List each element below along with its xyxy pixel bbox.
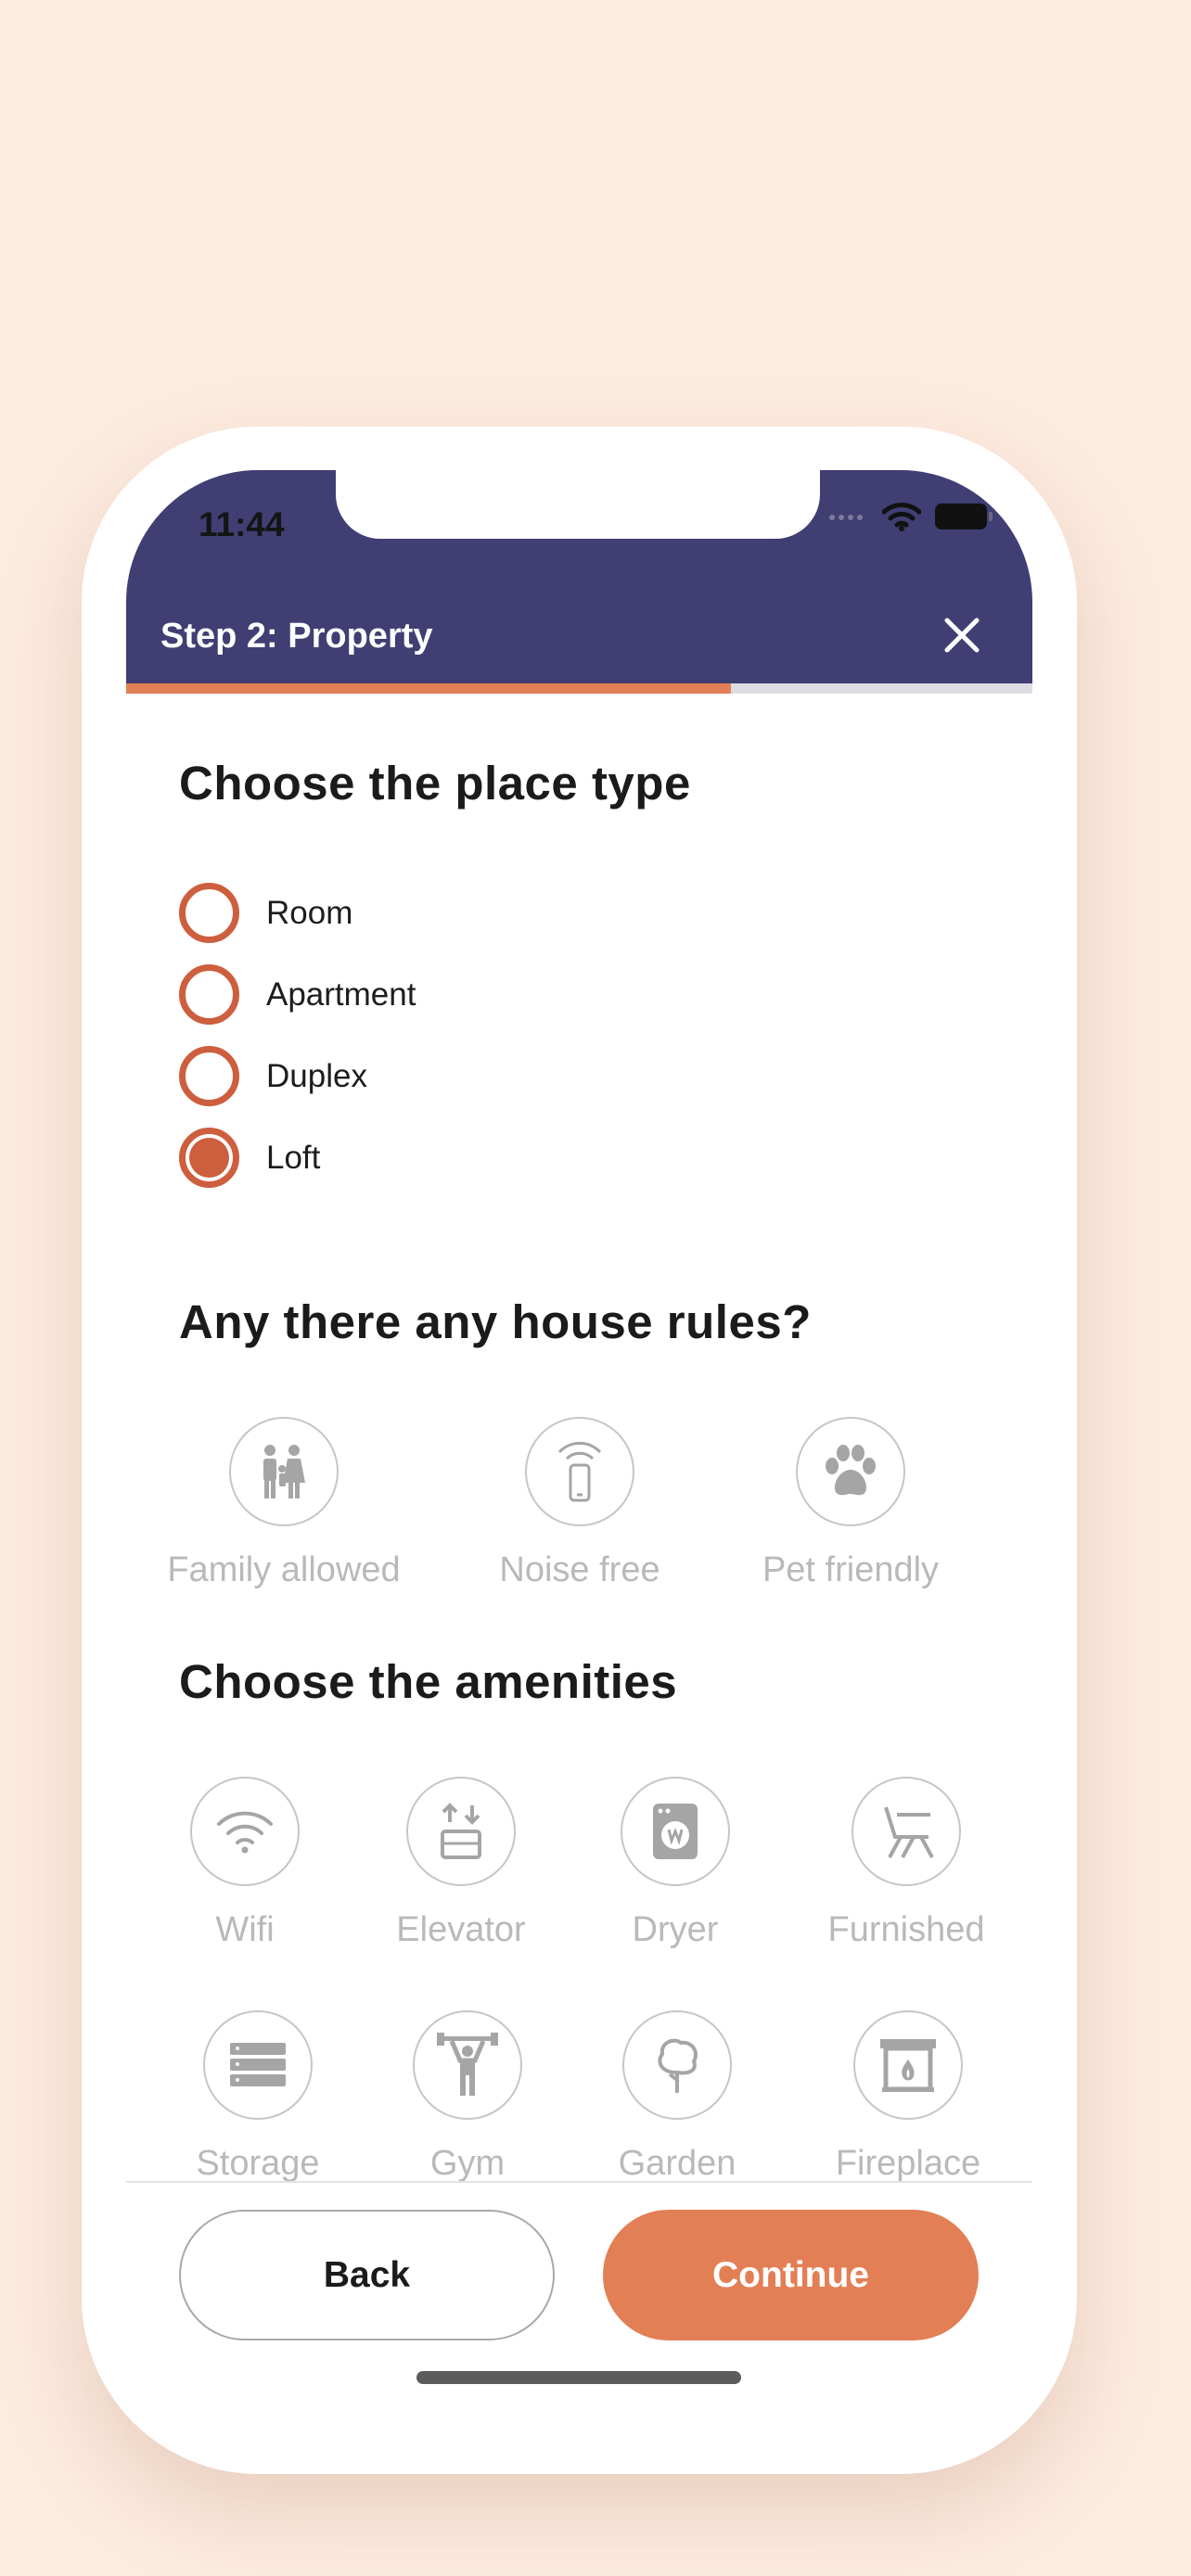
amenity-icon-circle[interactable] — [406, 1777, 516, 1886]
status-icons — [828, 502, 993, 531]
rule-icon-circle[interactable] — [796, 1417, 905, 1526]
rule-icon-circle[interactable] — [525, 1417, 634, 1526]
battery-icon — [935, 504, 992, 529]
radio-label: Loft — [266, 1139, 321, 1176]
amenity-label: Fireplace — [835, 2144, 981, 2182]
amenity-label: Wifi — [215, 1910, 275, 1949]
place-type-title: Choose the place type — [179, 757, 691, 810]
rule-icon-circle[interactable] — [229, 1417, 339, 1526]
progress-fill — [126, 683, 731, 694]
rule-label: Noise free — [499, 1550, 660, 1589]
close-button[interactable] — [938, 611, 986, 659]
amenity-label: Elevator — [396, 1910, 526, 1949]
radio-button[interactable] — [179, 883, 239, 943]
radio-loft[interactable]: Loft — [179, 1128, 320, 1188]
wifi-status-icon — [882, 503, 921, 531]
paw-icon — [826, 1445, 876, 1496]
radio-button-selected[interactable] — [179, 1128, 239, 1188]
radio-duplex[interactable]: Duplex — [179, 1046, 367, 1106]
rule-label: Family allowed — [167, 1550, 401, 1589]
weightlifter-icon — [437, 2033, 498, 2096]
amenity-icon-circle[interactable] — [190, 1777, 300, 1886]
step-title: Step 2: Property — [160, 617, 433, 656]
rule-label: Pet friendly — [762, 1550, 940, 1589]
amenity-icon-circle[interactable] — [853, 2010, 963, 2120]
amenity-label: Gym — [429, 2144, 506, 2182]
amenity-storage[interactable]: Storage — [156, 2010, 360, 2182]
rule-pet-friendly[interactable]: Pet friendly — [749, 1417, 953, 1590]
fireplace-icon — [880, 2039, 936, 2092]
chair-icon — [884, 1806, 934, 1858]
storage-icon — [230, 2043, 286, 2086]
wifi-icon — [217, 1811, 273, 1854]
amenity-icon-circle[interactable] — [622, 2010, 732, 2120]
cellular-signal-icon — [829, 515, 863, 520]
device-notch — [336, 470, 820, 539]
radio-button[interactable] — [179, 964, 239, 1025]
home-indicator[interactable] — [416, 2371, 741, 2384]
amenity-fireplace[interactable]: Fireplace — [806, 2010, 1010, 2182]
rule-family-allowed[interactable]: Family allowed — [167, 1417, 401, 1590]
amenity-label: Furnished — [827, 1910, 985, 1949]
step-progress-bar — [126, 683, 1032, 694]
continue-button[interactable]: Continue — [603, 2210, 979, 2340]
amenity-label: Garden — [618, 2144, 736, 2182]
amenity-icon-circle[interactable] — [413, 2010, 522, 2120]
house-rules-title: Any there any house rules? — [179, 1295, 812, 1348]
phone-screen: 11:44 Step 2: Property Choose the place … — [126, 470, 1032, 2430]
amenity-gym[interactable]: Gym — [365, 2010, 570, 2182]
amenity-label: Dryer — [632, 1910, 719, 1949]
amenity-icon-circle[interactable] — [203, 2010, 313, 2120]
status-time: 11:44 — [198, 505, 285, 543]
radio-selected-dot — [189, 1138, 229, 1178]
close-icon — [944, 618, 980, 653]
amenities-title: Choose the amenities — [179, 1655, 678, 1708]
amenity-wifi[interactable]: Wifi — [143, 1777, 347, 1950]
footer-divider — [126, 2181, 1032, 2183]
rule-noise-free[interactable]: Noise free — [478, 1417, 682, 1590]
radio-label: Room — [266, 894, 353, 931]
phone-silent-icon — [557, 1441, 602, 1502]
radio-label: Apartment — [266, 976, 416, 1013]
radio-apartment[interactable]: Apartment — [179, 964, 416, 1025]
radio-label: Duplex — [266, 1057, 367, 1094]
amenity-furnished[interactable]: Furnished — [804, 1777, 1008, 1950]
amenity-elevator[interactable]: Elevator — [359, 1777, 563, 1950]
dryer-icon — [653, 1804, 698, 1859]
amenity-label: Storage — [196, 2144, 320, 2182]
amenity-icon-circle[interactable] — [852, 1777, 961, 1886]
phone-frame: 11:44 Step 2: Property Choose the place … — [82, 427, 1077, 2474]
header-bar: 11:44 Step 2: Property — [126, 470, 1032, 683]
radio-room[interactable]: Room — [179, 883, 352, 943]
amenity-dryer[interactable]: Dryer — [573, 1777, 777, 1950]
tree-icon — [658, 2038, 698, 2093]
form-scroll-area[interactable]: Choose the place type Room Apartment Dup… — [126, 694, 1032, 2182]
amenity-icon-circle[interactable] — [621, 1777, 730, 1886]
elevator-icon — [441, 1803, 481, 1859]
family-icon — [263, 1445, 305, 1498]
amenity-garden[interactable]: Garden — [575, 2010, 779, 2182]
back-button[interactable]: Back — [179, 2210, 555, 2340]
radio-button[interactable] — [179, 1046, 239, 1106]
